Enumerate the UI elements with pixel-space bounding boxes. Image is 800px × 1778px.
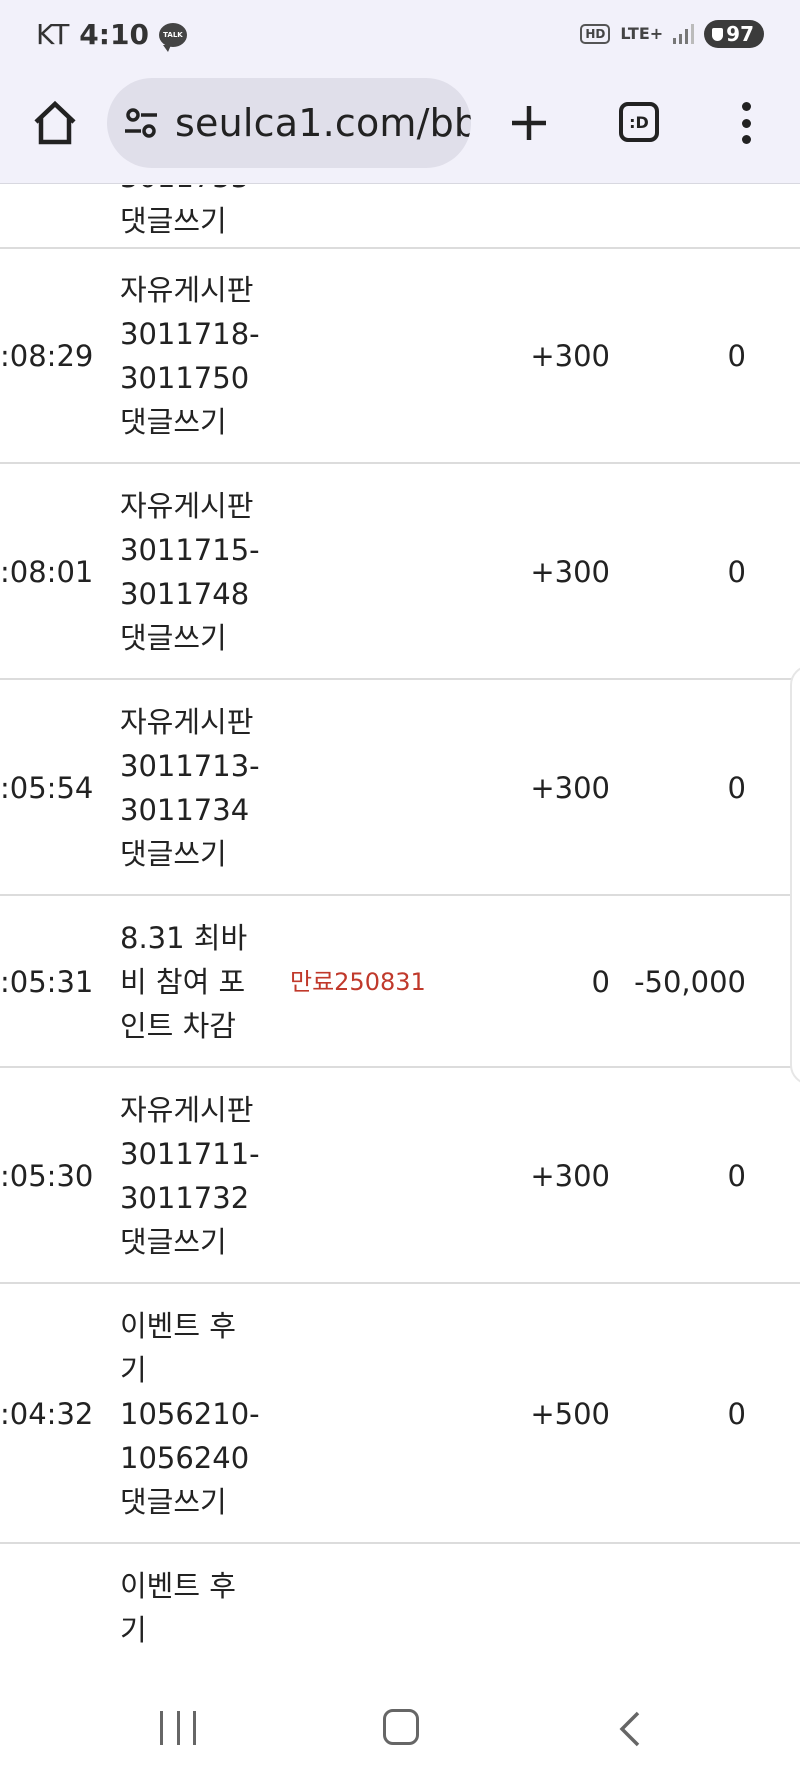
description-line: 이벤트 후 [120, 1569, 236, 1603]
battery-protect-icon [712, 27, 724, 41]
table-row: :08:29 자유게시판 3011718- 3011750 댓글쓰기 +300 … [0, 249, 800, 464]
menu-dot-icon [741, 135, 751, 144]
points-earned: +500 [530, 1397, 610, 1431]
description-line: 3011750 [120, 361, 250, 395]
description-line: 댓글쓰기 [120, 621, 227, 655]
row-description[interactable]: 이벤트 후 기 1056210- 1056240 댓글쓰기 [120, 1304, 270, 1524]
points-earned: +300 [530, 771, 610, 805]
description-line: 댓글쓰기 [120, 204, 227, 238]
description-line: 3011718- [120, 317, 260, 351]
row-time: :08:01 [0, 555, 94, 589]
expiry-memo: 만료250831 [290, 968, 426, 996]
scroll-edge-handle[interactable] [790, 665, 800, 1085]
points-used: -50,000 [634, 965, 746, 999]
row-time: :05:30 [0, 1159, 94, 1193]
points-earned: +300 [530, 339, 610, 373]
home-button[interactable] [30, 98, 80, 148]
description-line: 댓글쓰기 [120, 837, 227, 871]
points-earned: 0 [591, 965, 610, 999]
points-used: 0 [727, 771, 746, 805]
description-line: 8.31 최바 [120, 921, 248, 955]
row-description[interactable]: 자유게시판 3011711- 3011732 댓글쓰기 [120, 1088, 270, 1264]
description-line: 댓글쓰기 [120, 1485, 227, 1519]
row-time: :08:29 [0, 339, 94, 373]
table-row: 3011753 댓글쓰기 [0, 185, 800, 249]
points-used: 0 [727, 339, 746, 373]
clock: 4:10 [79, 18, 149, 51]
description-line: 비 참여 포 [120, 965, 246, 999]
description-line: 3011713- [120, 749, 260, 783]
table-row: :05:30 자유게시판 3011711- 3011732 댓글쓰기 +300 … [0, 1069, 800, 1284]
browser-toolbar: seulca1.com/bb :D [0, 72, 800, 184]
carrier-label: KT [36, 18, 70, 51]
table-row: :04:32 이벤트 후 기 1056210- 1056240 댓글쓰기 +50… [0, 1285, 800, 1544]
more-menu-button[interactable] [732, 98, 760, 148]
description-line: 기 [120, 1353, 147, 1387]
battery-icon: 97 [704, 20, 764, 48]
description-line: 자유게시판 [120, 489, 254, 523]
new-tab-button[interactable] [504, 98, 554, 148]
row-time: :05:54 [0, 771, 94, 805]
recents-bar-icon [160, 1711, 163, 1745]
menu-dot-icon [741, 118, 751, 128]
tab-switcher-button[interactable]: :D [619, 102, 659, 142]
description-line: 3011732 [120, 1181, 250, 1215]
table-row: :08:01 자유게시판 3011715- 3011748 댓글쓰기 +300 … [0, 465, 800, 680]
row-description[interactable]: 자유게시판 3011715- 3011748 댓글쓰기 [120, 484, 270, 660]
points-earned: +300 [530, 555, 610, 589]
description-line: 1056240 [120, 1441, 250, 1475]
plus-icon [512, 106, 546, 140]
description-line: 댓글쓰기 [120, 405, 227, 439]
description-line: 3011711- [120, 1137, 260, 1171]
back-chevron-icon [619, 1711, 640, 1747]
description-line: 이벤트 후 [120, 1309, 236, 1343]
status-right: HD LTE+ 97 [580, 20, 764, 48]
site-settings-icon[interactable] [121, 103, 161, 143]
description-line: 3011734 [120, 793, 250, 827]
recent-apps-button[interactable] [160, 1711, 196, 1745]
status-left: KT 4:10 TALK [36, 18, 187, 52]
points-used: 0 [727, 1159, 746, 1193]
home-icon [34, 100, 76, 145]
kakaotalk-notification-icon: TALK [158, 22, 187, 52]
description-line: 3011748 [120, 577, 250, 611]
back-button[interactable] [612, 1709, 652, 1749]
point-history-list[interactable]: 3011753 댓글쓰기 :08:29 자유게시판 3011718- 30117… [0, 185, 800, 1685]
url-text[interactable]: seulca1.com/bb [175, 101, 471, 145]
description-line: 1056210- [120, 1397, 260, 1431]
network-type-icon: LTE+ [620, 24, 664, 43]
signal-strength-icon [673, 24, 695, 44]
description-line: 3011715- [120, 533, 260, 567]
row-description[interactable]: 자유게시판 3011718- 3011750 댓글쓰기 [120, 268, 270, 444]
table-row: :05:31 8.31 최바 비 참여 포 인트 차감 만료250831 0 -… [0, 897, 800, 1068]
row-time: :05:31 [0, 965, 94, 999]
description-line: 기 [120, 1613, 147, 1647]
row-description[interactable]: 자유게시판 3011713- 3011734 댓글쓰기 [120, 700, 270, 876]
hd-voice-icon: HD [580, 24, 611, 44]
system-navigation-bar [0, 1685, 800, 1778]
menu-dot-icon [741, 102, 751, 111]
home-nav-button[interactable] [383, 1709, 419, 1745]
points-earned: +300 [530, 1159, 610, 1193]
description-line: 자유게시판 [120, 705, 254, 739]
address-bar[interactable]: seulca1.com/bb [107, 78, 471, 168]
description-line: 인트 차감 [120, 1009, 236, 1043]
row-description[interactable]: 3011753 댓글쓰기 [120, 185, 270, 243]
recents-bar-icon [193, 1711, 196, 1745]
row-description[interactable]: 8.31 최바 비 참여 포 인트 차감 [120, 916, 270, 1048]
row-time: :04:32 [0, 1397, 94, 1431]
status-bar: KT 4:10 TALK HD LTE+ 97 [0, 0, 800, 72]
battery-level: 97 [726, 22, 754, 46]
description-line: 3011753 [120, 185, 270, 199]
recents-bar-icon [176, 1711, 180, 1745]
description-line: 자유게시판 [120, 1093, 254, 1127]
row-description[interactable]: 이벤트 후 기 [120, 1564, 270, 1652]
points-used: 0 [727, 555, 746, 589]
points-used: 0 [727, 1397, 746, 1431]
description-line: 댓글쓰기 [120, 1225, 227, 1259]
table-row: :05:54 자유게시판 3011713- 3011734 댓글쓰기 +300 … [0, 681, 800, 896]
description-line: 자유게시판 [120, 273, 254, 307]
table-row: 이벤트 후 기 [0, 1545, 800, 1685]
